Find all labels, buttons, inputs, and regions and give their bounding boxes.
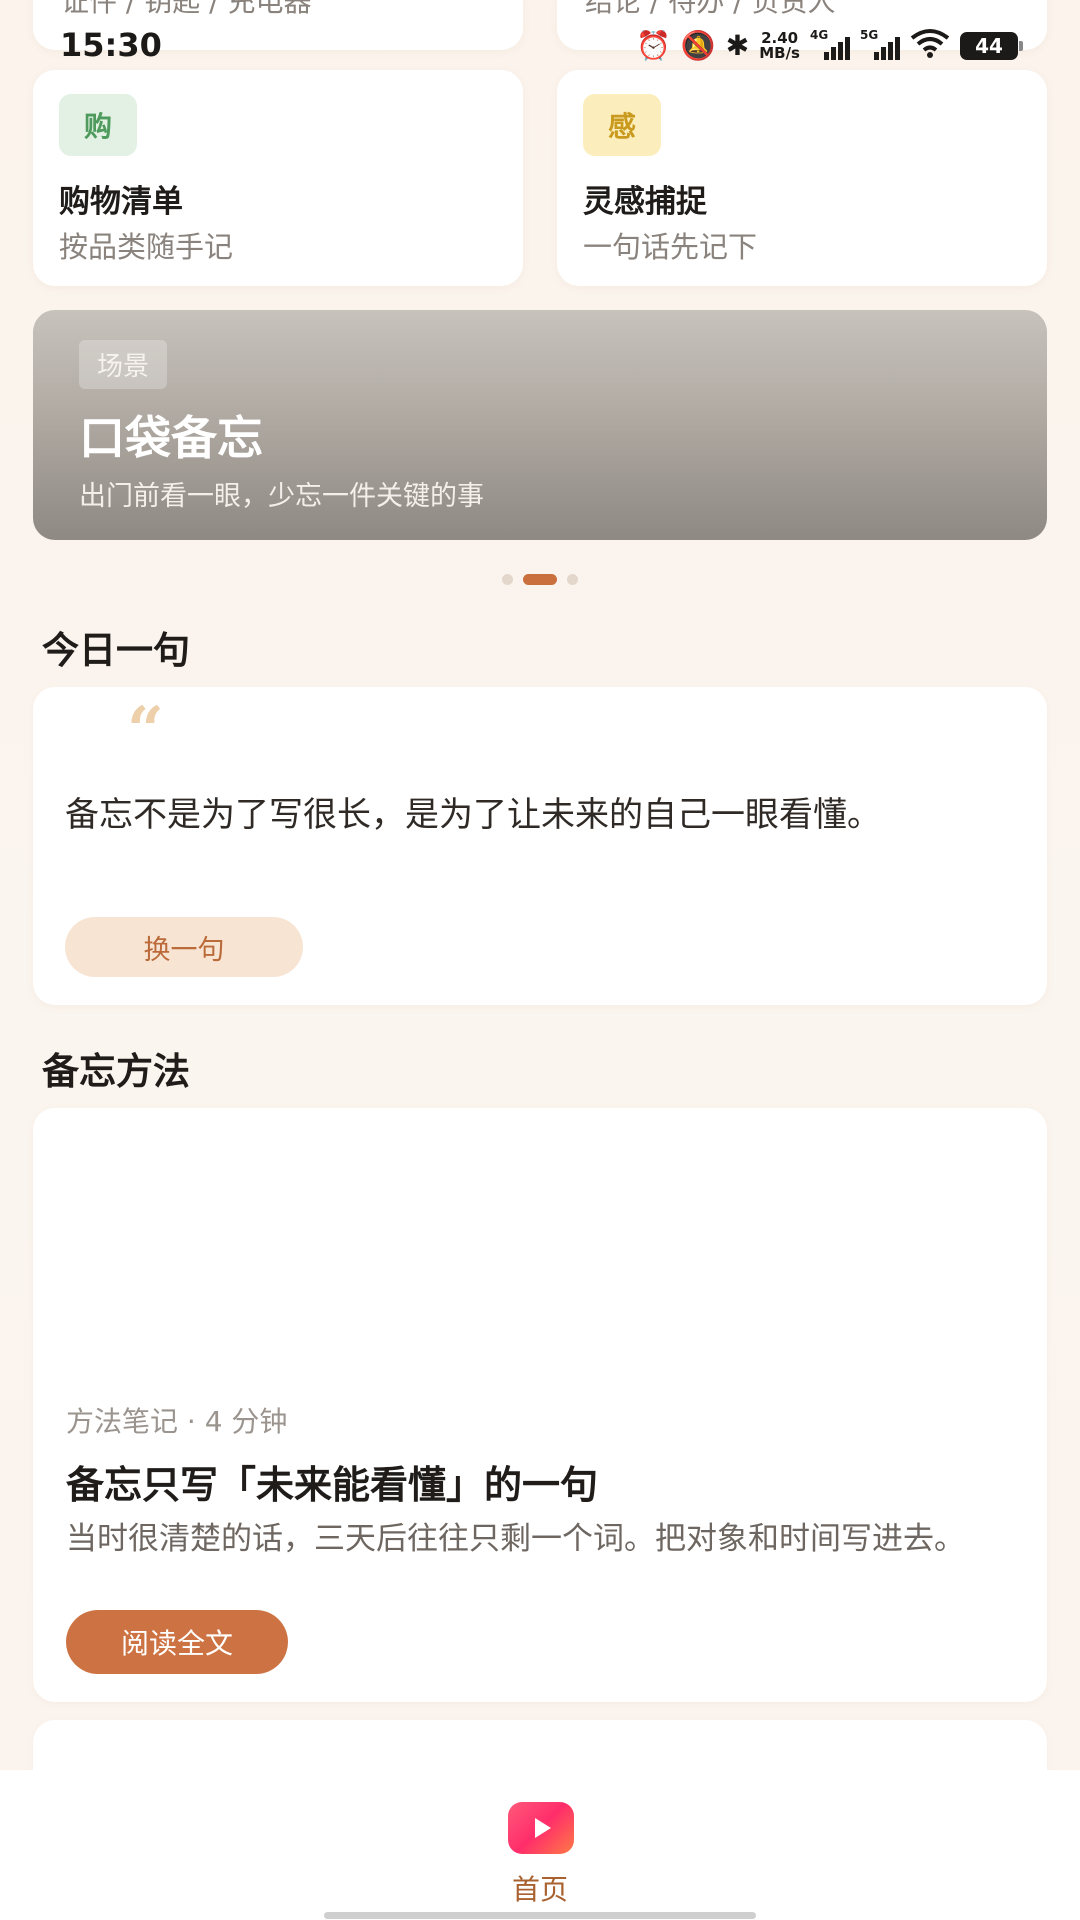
- read-full-button[interactable]: 阅读全文: [66, 1610, 288, 1674]
- method-article-card[interactable]: 方法笔记 · 4 分钟 备忘只写「未来能看懂」的一句 当时很清楚的话，三天后往往…: [33, 1108, 1047, 1702]
- tile-title: 灵感捕捉: [583, 184, 707, 220]
- net-speed-unit: MB/s: [759, 43, 800, 62]
- banner-pagination: [0, 574, 1080, 585]
- scene-banner[interactable]: 场景 口袋备忘 出门前看一眼，少忘一件关键的事: [33, 310, 1047, 540]
- home-indicator[interactable]: [324, 1912, 756, 1919]
- pagination-dot[interactable]: [502, 574, 513, 585]
- signal-4g-icon: 4G: [810, 28, 850, 60]
- daily-section-title: 今日一句: [42, 629, 190, 672]
- daily-quote-card: “ 备忘不是为了写很长，是为了让未来的自己一眼看懂。 换一句: [33, 687, 1047, 1005]
- status-time: 15:30: [60, 26, 162, 64]
- pagination-dot-active[interactable]: [523, 574, 557, 585]
- banner-title: 口袋备忘: [79, 411, 263, 465]
- banner-subtitle: 出门前看一眼，少忘一件关键的事: [79, 481, 484, 512]
- tile-shopping-list[interactable]: 购 购物清单 按品类随手记: [33, 70, 523, 286]
- bluetooth-icon: ✱: [725, 28, 750, 62]
- tile-subtitle: 一句话先记下: [583, 230, 758, 264]
- quote-text: 备忘不是为了写很长，是为了让未来的自己一眼看懂。: [65, 795, 881, 835]
- article-description: 当时很清楚的话，三天后往往只剩一个词。把对象和时间写进去。: [66, 1521, 965, 1557]
- alarm-icon: ⏰: [636, 28, 671, 62]
- mute-bell-icon: 🔕: [680, 28, 716, 62]
- status-icons: ⏰ 🔕 ✱ 2.40 MB/s 4G 5G 44: [636, 28, 1023, 63]
- wifi-icon: [910, 28, 950, 63]
- article-title: 备忘只写「未来能看懂」的一句: [66, 1463, 599, 1507]
- tile-subtitle: 按品类随手记: [59, 230, 234, 264]
- article-meta: 方法笔记 · 4 分钟: [66, 1405, 288, 1438]
- app-page: 15:30 ⏰ 🔕 ✱ 2.40 MB/s 4G 5G 44 证件 / 钥匙 /…: [0, 0, 1080, 1920]
- methods-section-title: 备忘方法: [42, 1050, 190, 1093]
- signal-5g-icon: 5G: [860, 28, 900, 60]
- battery-icon: 44: [960, 31, 1023, 60]
- swap-quote-button[interactable]: 换一句: [65, 917, 303, 977]
- network-speed: 2.40 MB/s: [759, 30, 800, 62]
- bottom-nav: 首页: [0, 1770, 1080, 1920]
- inspiration-badge: 感: [583, 94, 661, 156]
- tile-title: 购物清单: [59, 184, 183, 220]
- scene-card-items-text: 证件 / 钥匙 / 充电器: [61, 0, 312, 18]
- article-cover-image: [33, 1108, 1047, 1368]
- pagination-dot[interactable]: [567, 574, 578, 585]
- shopping-badge: 购: [59, 94, 137, 156]
- quote-icon: “: [127, 693, 164, 768]
- play-icon[interactable]: [508, 1802, 574, 1854]
- banner-tag: 场景: [79, 340, 168, 389]
- tile-inspiration[interactable]: 感 灵感捕捉 一句话先记下: [557, 70, 1047, 286]
- nav-item-home-label[interactable]: 首页: [0, 1868, 1080, 1908]
- scene-card-meeting-text: 结论 / 待办 / 负责人: [585, 0, 836, 18]
